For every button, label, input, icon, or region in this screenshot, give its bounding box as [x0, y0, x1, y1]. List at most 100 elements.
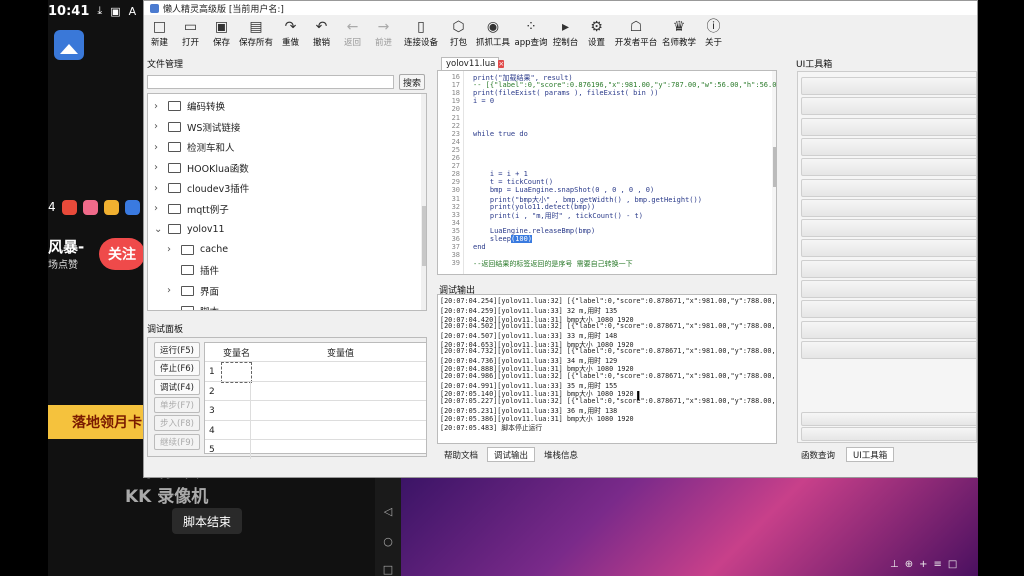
home-nav-icon[interactable]: ○ — [382, 536, 394, 548]
add-icon[interactable]: + — [919, 559, 927, 570]
promo-banner[interactable]: 落地领月卡 — [48, 405, 148, 439]
tree-item[interactable]: › WS测试链接 — [154, 117, 240, 137]
developer-platform-button[interactable]: ☖ 开发者平台 — [612, 18, 660, 48]
table-row[interactable]: 2 — [205, 380, 426, 402]
tree-scrollbar-thumb[interactable] — [422, 206, 426, 266]
output-tab[interactable]: 调试输出 — [487, 447, 536, 462]
tree-item[interactable]: › cache — [167, 240, 228, 260]
debug-button[interactable]: 步入(F8) — [154, 415, 200, 432]
tree-item[interactable]: › 检测车和人 — [154, 137, 235, 157]
tree-item[interactable]: 插件 — [167, 260, 219, 280]
save-button[interactable]: ▣ 保存 — [206, 18, 237, 48]
ui-component-button[interactable] — [801, 137, 976, 156]
ui-component-button[interactable] — [801, 178, 976, 197]
tree-item[interactable]: › 界面 — [167, 281, 219, 301]
var-name-cell[interactable] — [221, 381, 251, 401]
debug-button[interactable]: 单步(F7) — [154, 396, 200, 413]
back-button[interactable]: ← 返回 — [337, 18, 368, 48]
search-button[interactable]: 搜索 — [399, 74, 425, 90]
settings-button[interactable]: ⚙ 设置 — [581, 18, 612, 48]
output-tab[interactable]: 堆栈信息 — [537, 447, 585, 462]
table-row[interactable]: 1 — [205, 361, 426, 383]
right-tab[interactable]: UI工具箱 — [846, 447, 895, 462]
console-button[interactable]: ▸ 控制台 — [550, 18, 581, 48]
folder-icon — [181, 285, 194, 296]
gallery-app-icon[interactable] — [54, 30, 84, 60]
tree-item[interactable]: › 编码转换 — [154, 96, 225, 116]
tree-item[interactable]: › cloudev3插件 — [154, 178, 249, 198]
chevron-right-icon[interactable]: › — [154, 101, 162, 112]
ui-component-button[interactable] — [801, 117, 976, 136]
back-nav-icon[interactable]: ◁ — [382, 506, 394, 518]
music-app-icon[interactable] — [82, 199, 98, 215]
app-query-button[interactable]: ⁘ app查询 — [512, 18, 550, 48]
undo-button[interactable]: ↶ 撤销 — [306, 18, 337, 48]
editor-tab[interactable]: yolov11.lua × — [441, 57, 505, 70]
new-button[interactable]: □ 新建 — [144, 18, 175, 48]
chevron-right-icon[interactable]: › — [154, 142, 162, 153]
var-name-cell[interactable] — [221, 440, 251, 459]
ui-component-button[interactable] — [801, 97, 976, 116]
right-tab[interactable]: 函数查询 — [794, 447, 842, 462]
follow-button[interactable]: 关注 — [99, 238, 145, 270]
redo-button[interactable]: ↷ 重做 — [275, 18, 306, 48]
debug-button[interactable]: 运行(F5) — [154, 342, 200, 358]
var-name-cell[interactable] — [221, 420, 251, 440]
save-all-button[interactable]: ▤ 保存所有 — [237, 18, 275, 48]
chevron-right-icon[interactable]: › — [154, 203, 162, 214]
ui-component-button[interactable] — [801, 198, 976, 217]
tree-item[interactable]: › mqtt例子 — [154, 199, 229, 219]
close-icon[interactable]: × — [498, 60, 505, 68]
debug-output[interactable]: [20:07:04.254][yolov11.lua:32] [{"label"… — [437, 294, 777, 444]
tree-scrollbar[interactable] — [421, 94, 426, 310]
ui-component-button[interactable] — [801, 239, 976, 258]
ui-component-button[interactable] — [801, 340, 976, 359]
ui-component-button[interactable] — [801, 280, 976, 298]
ui-component-button[interactable] — [801, 442, 977, 443]
code-editor[interactable]: 16 print("加载结果", result) 17 -- [{"label":0,… — [437, 70, 777, 275]
debug-button[interactable]: 继续(F9) — [154, 433, 200, 450]
ui-component-button[interactable] — [801, 259, 976, 278]
table-row[interactable]: 5 — [205, 439, 426, 460]
app-icon[interactable] — [124, 199, 140, 215]
pin-icon[interactable]: ⊥ — [890, 559, 899, 570]
var-name-cell[interactable] — [221, 401, 251, 420]
ui-component-button[interactable] — [801, 219, 976, 238]
chevron-right-icon[interactable]: › — [154, 121, 162, 132]
chevron-right-icon[interactable]: › — [167, 285, 175, 296]
ui-component-button[interactable] — [801, 427, 976, 441]
forward-button[interactable]: → 前进 — [368, 18, 399, 48]
chevron-down-icon[interactable]: ⌄ — [167, 306, 175, 311]
app-icon[interactable] — [103, 199, 119, 215]
tree-item[interactable]: ⌄ yolov11 — [154, 219, 225, 239]
file-search-input[interactable] — [147, 75, 394, 89]
editor-scrollbar-thumb[interactable] — [773, 147, 776, 187]
chevron-right-icon[interactable]: › — [167, 244, 175, 255]
ui-component-button[interactable] — [801, 77, 976, 95]
menu-icon[interactable]: ≡ — [934, 559, 942, 570]
chevron-right-icon[interactable]: › — [154, 183, 162, 194]
debug-button[interactable]: 调试(F4) — [154, 378, 200, 395]
tree-item[interactable]: ⌄ 脚本 — [167, 301, 219, 311]
about-button[interactable]: ⓘ 关于 — [698, 18, 729, 48]
app-icon[interactable] — [61, 199, 77, 215]
ui-component-button[interactable] — [801, 412, 976, 426]
teaching-button[interactable]: ♛ 名师教学 — [660, 18, 698, 48]
chevron-down-icon[interactable]: ⌄ — [154, 224, 162, 235]
debug-button[interactable]: 停止(F6) — [154, 360, 200, 377]
connect-device-button[interactable]: ▯ 连接设备 — [399, 18, 443, 48]
output-tab[interactable]: 帮助文档 — [437, 447, 485, 462]
ui-component-button[interactable] — [801, 320, 976, 339]
table-row[interactable]: 4 — [205, 419, 426, 441]
package-button[interactable]: ⬡ 打包 — [443, 18, 474, 48]
chevron-right-icon[interactable]: › — [154, 162, 162, 173]
close-icon[interactable]: □ — [948, 559, 957, 570]
ui-component-button[interactable] — [801, 158, 976, 177]
tree-item[interactable]: › HOOKlua函数 — [154, 158, 249, 178]
recents-nav-icon[interactable]: □ — [382, 564, 394, 576]
table-row[interactable]: 3 — [205, 400, 426, 421]
ui-component-button[interactable] — [801, 300, 976, 319]
capture-tool-button[interactable]: ◉ 抓抓工具 — [474, 18, 512, 48]
zoom-icon[interactable]: ⊕ — [905, 559, 913, 570]
open-button[interactable]: ▭ 打开 — [175, 18, 206, 48]
